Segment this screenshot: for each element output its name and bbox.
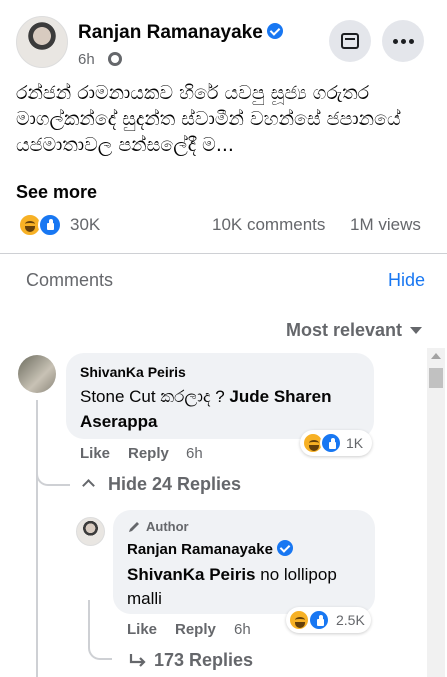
post-comments-count[interactable]: 10K comments (212, 215, 325, 235)
comment-like-button[interactable]: Like (80, 445, 110, 462)
scrollbar-track[interactable] (427, 348, 445, 677)
comments-heading: Comments (26, 270, 114, 290)
post-reaction-count[interactable]: 30K (70, 215, 100, 235)
reply-reply-button[interactable]: Reply (175, 621, 216, 638)
author-badge: Author (146, 519, 189, 534)
like-reaction-icon (308, 609, 330, 631)
reply-like-button[interactable]: Like (127, 621, 157, 638)
divider (0, 253, 447, 254)
commenter-name[interactable]: ShivanKa Peiris (80, 364, 186, 380)
comment-reaction-count: 1K (346, 435, 364, 451)
post-time[interactable]: 6h (78, 51, 95, 68)
like-reaction-icon (38, 213, 62, 237)
verified-badge-icon (266, 22, 283, 39)
post-author-name[interactable]: Ranjan Ramanayake (78, 22, 283, 44)
see-more-link[interactable]: See more (16, 182, 97, 203)
caret-down-icon[interactable] (410, 327, 422, 334)
comment-text: Stone Cut කරලාද ? Jude Sharen Aserappa (80, 384, 370, 434)
chevron-up-icon (82, 479, 95, 492)
haha-reaction-icon (288, 609, 310, 631)
sort-dropdown[interactable]: Most relevant (286, 320, 402, 341)
reply-author-avatar[interactable] (76, 517, 105, 546)
post-text: රන්ජන් රාමනායකව හිරේ යවපු සූජ්‍ය ගරුතර ම… (16, 82, 401, 156)
pen-icon (129, 522, 139, 532)
reply-time[interactable]: 6h (234, 621, 251, 638)
post-author-avatar[interactable] (16, 16, 68, 68)
hide-comments-link[interactable]: Hide (388, 270, 425, 291)
hide-replies-button[interactable]: Hide 24 Replies (108, 474, 241, 495)
like-reaction-icon (320, 432, 342, 454)
reply-reaction-count: 2.5K (336, 612, 365, 628)
save-box-icon (341, 33, 359, 49)
globe-icon (108, 52, 122, 66)
post-reactions[interactable] (18, 213, 66, 237)
scrollbar-thumb[interactable] (429, 368, 443, 388)
post-views-count: 1M views (350, 215, 421, 234)
comment-reply-button[interactable]: Reply (128, 445, 169, 462)
more-dots-icon (392, 38, 414, 44)
reply-author-name-text: Ranjan Ramanayake (127, 541, 273, 558)
save-post-button[interactable] (329, 20, 371, 62)
post-author-name-text: Ranjan Ramanayake (78, 22, 263, 43)
reply-author-name[interactable]: Ranjan Ramanayake (127, 540, 293, 558)
scroll-up-arrow-icon[interactable] (431, 353, 441, 359)
commenter-avatar[interactable] (18, 355, 56, 393)
reply-arrow-icon (129, 654, 146, 667)
view-more-replies-button[interactable]: 173 Replies (154, 650, 253, 671)
thread-branch (36, 440, 70, 486)
more-options-button[interactable] (382, 20, 424, 62)
comment-body: Stone Cut කරලාද ? (80, 387, 230, 406)
reply-mention[interactable]: ShivanKa Peiris (127, 565, 256, 584)
verified-badge-icon (276, 540, 293, 557)
reply-text: ShivanKa Peiris no lollipop malli (127, 563, 367, 611)
thread-branch (88, 600, 112, 660)
comment-time[interactable]: 6h (186, 445, 203, 462)
